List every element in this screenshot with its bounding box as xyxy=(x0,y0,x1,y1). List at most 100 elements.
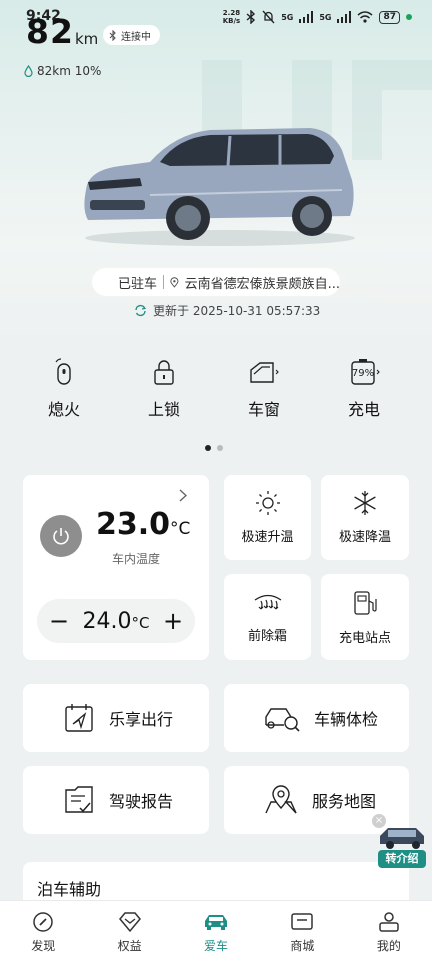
tile-label: 充电站点 xyxy=(338,630,391,646)
promo-close-button[interactable]: × xyxy=(372,814,386,828)
temperature-setter: − 24.0°C + xyxy=(37,599,195,643)
referral-promo[interactable]: × 转介绍 xyxy=(372,814,428,870)
wifi-icon xyxy=(357,11,373,23)
tile-label: 极速升温 xyxy=(241,530,294,545)
location-pin-icon xyxy=(170,276,179,288)
quick-action-label: 熄火 xyxy=(47,400,80,419)
quick-action-lock[interactable]: 上锁 xyxy=(114,358,214,438)
card-label: 乐享出行 xyxy=(109,710,174,729)
battery-indicator: 87 xyxy=(379,10,400,24)
climate-power-button[interactable] xyxy=(40,515,82,557)
quick-action-charge[interactable]: 79% 充电 xyxy=(314,358,414,438)
profile-icon xyxy=(379,912,399,932)
key-fob-icon xyxy=(55,358,71,385)
gem-icon xyxy=(118,912,141,933)
car-check-icon xyxy=(265,708,300,732)
card-label: 驾驶报告 xyxy=(109,792,174,811)
lock-icon xyxy=(154,360,174,385)
sub-range-text: 82km 10% xyxy=(37,64,102,78)
battery-charge-icon: 79% xyxy=(351,359,380,385)
compass-icon xyxy=(33,912,53,932)
sun-icon xyxy=(255,491,280,515)
card-driving-report[interactable]: 驾驶报告 xyxy=(23,766,209,834)
quick-action-engine-off[interactable]: 熄火 xyxy=(14,358,114,438)
divider xyxy=(163,275,164,289)
power-icon xyxy=(53,528,69,545)
tab-label: 权益 xyxy=(117,939,142,953)
net-speed-unit: KB/s xyxy=(222,17,241,25)
tile-label: 极速降温 xyxy=(338,530,391,545)
quick-action-window[interactable]: 车窗 xyxy=(214,358,314,438)
parking-location[interactable]: 已驻车 云南省德宏傣族景颇族自... xyxy=(92,268,340,296)
cabin-temp-unit: °C xyxy=(170,519,191,539)
car-image xyxy=(84,128,355,246)
climate-card: 23.0°C 车内温度 − 24.0°C + xyxy=(23,475,209,660)
tab-label: 商城 xyxy=(290,939,315,953)
bluetooth-icon xyxy=(246,10,256,24)
store-icon xyxy=(291,913,314,930)
bluetooth-icon-small xyxy=(109,29,116,41)
tab-store[interactable]: 商城 xyxy=(259,901,345,960)
tab-label: 我的 xyxy=(376,939,401,953)
card-enjoy-travel[interactable]: 乐享出行 xyxy=(23,684,209,752)
drop-icon xyxy=(24,65,33,77)
chevron-right-icon[interactable] xyxy=(179,489,187,502)
mute-bell-icon xyxy=(262,10,275,24)
cabin-temp-value: 23.0 xyxy=(96,507,171,542)
update-time[interactable]: 更新于 2025-10-31 05:57:33 xyxy=(134,302,320,319)
tile-charging-station[interactable]: 充电站点 xyxy=(321,574,409,660)
temp-increase-button[interactable]: + xyxy=(163,609,183,633)
refresh-icon xyxy=(135,304,147,317)
temp-decrease-button[interactable]: − xyxy=(49,609,69,633)
tile-quick-heat[interactable]: 极速升温 xyxy=(224,475,311,560)
tile-label: 前除霜 xyxy=(247,628,287,644)
bottom-tab-bar: 发现 权益 爱车 商城 我的 xyxy=(0,900,432,960)
snowflake-icon xyxy=(354,491,376,515)
signal-bars-icon-2 xyxy=(337,11,352,23)
connection-label: 连接中 xyxy=(121,31,151,43)
update-text: 更新于 2025-10-31 05:57:33 xyxy=(153,304,321,318)
window-icon xyxy=(250,362,279,383)
report-icon xyxy=(65,786,93,813)
tab-discover[interactable]: 发现 xyxy=(0,901,86,960)
tile-quick-cool[interactable]: 极速降温 xyxy=(321,475,409,560)
charge-badge: 79% xyxy=(352,368,374,379)
charging-dot xyxy=(406,14,412,20)
range-value: 82 xyxy=(26,12,74,51)
quick-actions: 熄火 上锁 车窗 79% 充电 xyxy=(0,358,432,438)
set-temperature: 24.0°C xyxy=(83,609,150,634)
pager-dot[interactable] xyxy=(217,445,223,451)
net-speed: 2.28 KB/s xyxy=(223,9,240,25)
set-temp-value: 24.0 xyxy=(82,608,132,634)
tab-my-car[interactable]: 爱车 xyxy=(173,901,259,960)
tab-label: 爱车 xyxy=(204,939,229,953)
vehicle-hero: 9:42 2.28 KB/s 5G 5G 87 82 km 连接中 82km 1… xyxy=(0,0,432,345)
card-label: 服务地图 xyxy=(312,792,377,811)
tab-label: 发现 xyxy=(31,939,56,953)
car-icon xyxy=(205,915,228,930)
card-label: 车辆体检 xyxy=(314,710,379,729)
net-speed-value: 2.28 xyxy=(222,9,241,17)
quick-action-label: 车窗 xyxy=(247,400,280,419)
parking-assist-title: 泊车辅助 xyxy=(37,880,102,899)
defrost-icon xyxy=(254,594,281,609)
quick-action-label: 充电 xyxy=(347,400,380,419)
set-temp-unit: °C xyxy=(131,613,150,632)
navigation-calendar-icon xyxy=(65,704,93,732)
charging-station-icon xyxy=(354,590,377,615)
cabin-temp-label: 车内温度 xyxy=(112,552,161,566)
tab-profile[interactable]: 我的 xyxy=(346,901,432,960)
location-text: 云南省德宏傣族景颇族自... xyxy=(184,276,340,292)
promo-label: 转介绍 xyxy=(378,850,426,868)
tab-benefits[interactable]: 权益 xyxy=(86,901,172,960)
tile-front-defrost[interactable]: 前除霜 xyxy=(224,574,311,660)
sub-range: 82km 10% xyxy=(24,64,101,78)
connection-status: 连接中 xyxy=(103,25,160,45)
pager-dot-active[interactable] xyxy=(205,445,211,451)
map-pin-icon xyxy=(265,785,297,814)
signal-bars-icon xyxy=(299,11,314,23)
signal-5g-label-1: 5G xyxy=(281,12,294,22)
range-unit: km xyxy=(75,30,99,48)
cabin-temperature: 23.0°C xyxy=(96,507,190,542)
card-vehicle-check[interactable]: 车辆体检 xyxy=(224,684,409,752)
